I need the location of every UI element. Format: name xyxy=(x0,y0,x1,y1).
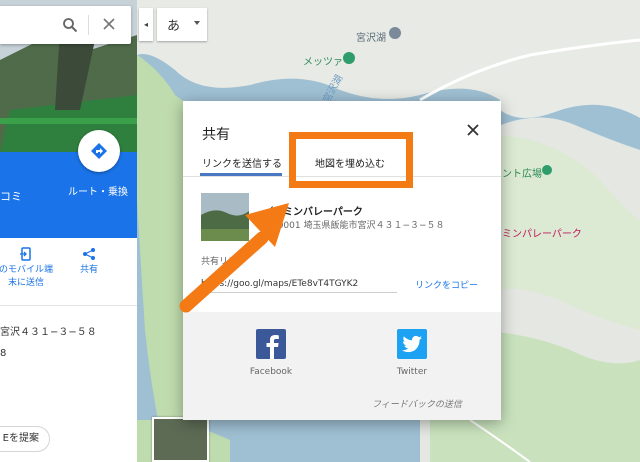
place-name: ／ーミンバレーパーク xyxy=(263,207,363,218)
plaza-label[interactable]: ント広場 xyxy=(502,165,542,180)
facebook-icon xyxy=(256,329,286,359)
twitter-icon xyxy=(397,329,427,359)
lake-label[interactable]: 宮沢湖 xyxy=(356,29,386,44)
share-label: 共有 xyxy=(79,265,98,275)
tab-send-link[interactable]: リンクを送信する xyxy=(202,155,282,170)
copy-link-button[interactable]: リンクをコピー xyxy=(415,278,478,291)
place-address-partial: 宮沢４３１−３−５８ xyxy=(0,327,97,338)
place-panel: コミ ルート・乗換 のモバイル端末に送信 共有 宮沢４３１−３−５８ 8 Eを提… xyxy=(0,0,137,462)
send-to-device-icon xyxy=(20,247,31,261)
suggest-edit-button[interactable]: Eを提案 xyxy=(0,426,50,452)
route-label[interactable]: ルート・乗換 xyxy=(68,183,128,198)
route-button[interactable] xyxy=(78,130,120,172)
input-method-button[interactable]: あ xyxy=(157,8,207,41)
annotation-highlight-box xyxy=(289,132,413,188)
facebook-share-button[interactable]: Facebook xyxy=(236,329,306,377)
park-label[interactable]: ミンパレーパーク xyxy=(502,225,582,240)
search-separator xyxy=(88,15,89,35)
panel-divider xyxy=(0,305,137,306)
restaurant-label[interactable]: メッツァ xyxy=(303,53,343,68)
share-action[interactable]: 共有 xyxy=(75,247,103,277)
share-link-input[interactable] xyxy=(201,275,397,293)
close-icon[interactable] xyxy=(466,123,480,137)
search-box[interactable] xyxy=(0,6,131,44)
social-share-area: Facebook Twitter フィードバックの送信 xyxy=(183,312,501,420)
place-title-partial: コミ xyxy=(0,190,22,203)
facebook-glyph xyxy=(266,335,279,359)
search-icon[interactable] xyxy=(62,17,78,33)
input-method-dropdown-icon xyxy=(194,21,200,25)
send-to-phone-label: のモバイル端末に送信 xyxy=(0,265,53,288)
place-thumbnail xyxy=(201,193,249,241)
share-link-label: 共有リンク xyxy=(201,257,247,267)
clear-search-icon[interactable] xyxy=(102,17,116,31)
input-method-label: あ xyxy=(167,19,181,34)
place-detail-partial: 8 xyxy=(0,348,7,359)
imagery-thumbnail[interactable] xyxy=(152,417,209,462)
twitter-label: Twitter xyxy=(396,367,428,377)
place-address: 57-0001 埼玉県飯能市宮沢４３１−３−５８ xyxy=(263,221,445,231)
dialog-title: 共有 xyxy=(202,127,230,143)
send-to-phone-action[interactable]: のモバイル端末に送信 xyxy=(0,247,54,290)
share-icon xyxy=(83,248,95,260)
facebook-label: Facebook xyxy=(249,367,293,377)
twitter-bird-glyph xyxy=(402,335,422,353)
place-thumbnail-illustration xyxy=(201,193,249,241)
directions-icon xyxy=(91,143,107,159)
feedback-link[interactable]: フィードバックの送信 xyxy=(372,397,462,410)
collapse-panel-button[interactable]: ◂ xyxy=(139,8,153,41)
twitter-share-button[interactable]: Twitter xyxy=(377,329,447,377)
